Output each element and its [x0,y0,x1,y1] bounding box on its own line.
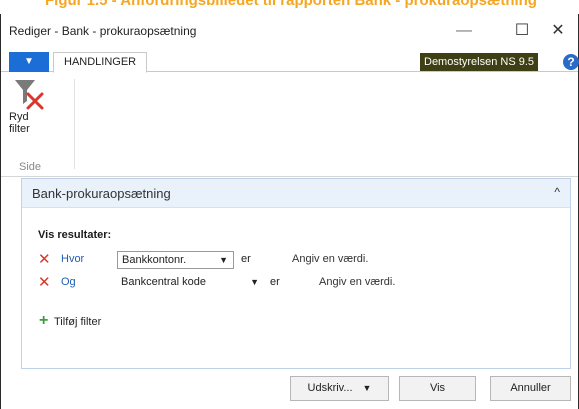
filter-panel: Bank-prokuraopsætning ^ Vis resultater: … [21,178,571,369]
filter-value-input[interactable]: Angiv en værdi. [319,276,395,288]
app-menu-button[interactable]: ▼ [9,52,49,72]
maximize-button[interactable]: ☐ [505,18,539,44]
chevron-down-icon: ▼ [219,255,228,265]
chevron-down-icon: ▼ [250,277,259,287]
clear-filter-label-1: Ryd [9,111,29,123]
remove-filter-icon[interactable]: ✕ [38,275,51,291]
filter-operator: er [270,276,280,288]
filter-field-select[interactable]: Bankcentral kode ▼ [117,274,264,292]
title-bar: Rediger - Bank - prokuraopsætning — ☐ ✕ [1,14,578,52]
group-divider [74,79,75,169]
ribbon-group-label: Side [19,161,42,173]
company-badge: Demostyrelsen NS 9.5 [420,53,539,71]
show-results-label: Vis resultater: [38,229,112,241]
report-request-window: Rediger - Bank - prokuraopsætning — ☐ ✕ … [0,14,579,409]
filter-operator: er [241,253,251,265]
add-filter-label: Tilføj filter [54,316,102,328]
filter-field-select[interactable]: Bankkontonr. ▼ [117,251,234,269]
filter-field-value: Bankkontonr. [122,254,187,266]
filter-value-input[interactable]: Angiv en værdi. [292,253,368,265]
panel-title: Bank-prokuraopsætning [32,186,171,201]
filter-row: ✕ Hvor Bankkontonr. ▼ er Angiv en værdi. [36,251,536,271]
remove-filter-icon[interactable]: ✕ [38,252,51,268]
clear-filter-button[interactable]: Ryd filter [9,77,59,157]
filter-row: ✕ Og Bankcentral kode ▼ er Angiv en værd… [36,274,536,294]
minimize-button[interactable]: — [447,18,481,44]
clear-filter-icon [15,80,44,110]
ribbon: Ryd filter Side [1,73,578,177]
filter-link-og[interactable]: Og [61,276,76,288]
close-button[interactable]: ✕ [541,18,575,44]
tab-handlinger[interactable]: HANDLINGER [53,52,148,73]
filter-link-hvor[interactable]: Hvor [61,253,84,265]
ribbon-tab-bar: ▼ HANDLINGER Demostyrelsen NS 9.5 ? [1,52,579,73]
cancel-button[interactable]: Annuller [490,376,571,401]
print-button-label: Udskriv... [307,382,353,394]
panel-header[interactable]: Bank-prokuraopsætning ^ [22,179,570,208]
print-button[interactable]: Udskriv... ▼ [290,376,389,401]
figure-caption: Figur 1.5 - Anfordringsbilledet til rapp… [45,0,537,9]
clear-filter-label-2: filter [9,123,30,135]
collapse-icon[interactable]: ^ [554,185,560,199]
preview-button[interactable]: Vis [399,376,476,401]
help-icon[interactable]: ? [563,54,579,70]
plus-icon: + [39,312,49,329]
filter-field-value: Bankcentral kode [121,276,206,288]
chevron-down-icon: ▼ [362,383,372,393]
window-title: Rediger - Bank - prokuraopsætning [9,24,197,38]
